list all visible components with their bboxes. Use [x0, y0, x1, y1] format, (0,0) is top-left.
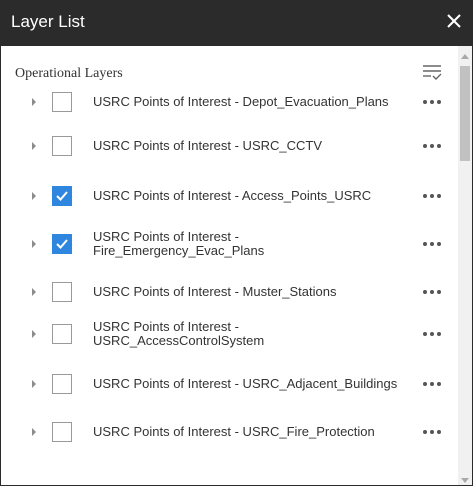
layer-visibility-checkbox[interactable]: [52, 186, 72, 206]
layer-visibility-checkbox[interactable]: [52, 92, 72, 112]
layer-visibility-checkbox[interactable]: [52, 282, 72, 302]
more-options-icon[interactable]: [420, 430, 444, 434]
layer-row[interactable]: USRC Points of Interest - Depot_Evacuati…: [1, 78, 458, 126]
expand-caret-icon[interactable]: [32, 240, 36, 248]
layer-visibility-checkbox[interactable]: [52, 234, 72, 254]
layer-label: USRC Points of Interest - Depot_Evacuati…: [93, 94, 389, 109]
layer-row[interactable]: USRC Points of Interest - Muster_Station…: [1, 268, 458, 316]
layer-visibility-checkbox[interactable]: [52, 374, 72, 394]
panel-title: Layer List: [11, 12, 85, 31]
expand-caret-icon[interactable]: [32, 428, 36, 436]
layer-label: USRC Points of Interest - Access_Points_…: [93, 188, 372, 203]
expand-caret-icon[interactable]: [32, 98, 36, 106]
layer-label: USRC Points of Interest - USRC_AccessCon…: [93, 319, 265, 348]
more-options-icon[interactable]: [420, 382, 444, 386]
layer-row[interactable]: USRC Points of Interest - Access_Points_…: [1, 172, 458, 220]
layer-list-panel: Layer List Operational Layers USRC Point…: [0, 0, 473, 486]
layer-visibility-checkbox[interactable]: [52, 422, 72, 442]
expand-caret-icon[interactable]: [32, 330, 36, 338]
scroll-up-icon[interactable]: [461, 54, 469, 59]
layer-label: USRC Points of Interest - USRC_Fire_Prot…: [93, 424, 375, 439]
expand-caret-icon[interactable]: [32, 288, 36, 296]
layer-label: USRC Points of Interest - Fire_Emergency…: [93, 229, 265, 258]
scroll-thumb[interactable]: [460, 66, 470, 161]
scroll-down-icon[interactable]: [461, 478, 469, 483]
more-options-icon[interactable]: [420, 100, 444, 104]
more-options-icon[interactable]: [420, 332, 444, 336]
more-options-icon[interactable]: [420, 194, 444, 198]
checkmark-icon: [56, 239, 68, 249]
layer-list-body: Operational Layers USRC Points of Intere…: [1, 46, 458, 485]
more-options-icon[interactable]: [420, 242, 444, 246]
expand-caret-icon[interactable]: [32, 142, 36, 150]
layer-row[interactable]: USRC Points of Interest - USRC_AccessCon…: [1, 310, 458, 358]
more-options-icon[interactable]: [420, 290, 444, 294]
layer-row[interactable]: USRC Points of Interest - USRC_CCTV: [1, 122, 458, 170]
layer-visibility-checkbox[interactable]: [52, 136, 72, 156]
checkmark-icon: [56, 191, 68, 201]
panel-title-bar: Layer List: [1, 1, 472, 46]
layer-label: USRC Points of Interest - Muster_Station…: [93, 284, 337, 299]
layer-label: USRC Points of Interest - USRC_Adjacent_…: [93, 376, 398, 391]
layer-row[interactable]: USRC Points of Interest - USRC_Adjacent_…: [1, 360, 458, 408]
more-options-icon[interactable]: [420, 144, 444, 148]
expand-caret-icon[interactable]: [32, 380, 36, 388]
close-icon[interactable]: [444, 10, 464, 32]
layer-row[interactable]: USRC Points of Interest - Fire_Emergency…: [1, 220, 458, 268]
layer-row[interactable]: USRC Points of Interest - USRC_Fire_Prot…: [1, 408, 458, 456]
scrollbar[interactable]: [458, 46, 472, 485]
layer-visibility-checkbox[interactable]: [52, 324, 72, 344]
expand-caret-icon[interactable]: [32, 192, 36, 200]
layer-label: USRC Points of Interest - USRC_CCTV: [93, 138, 323, 153]
